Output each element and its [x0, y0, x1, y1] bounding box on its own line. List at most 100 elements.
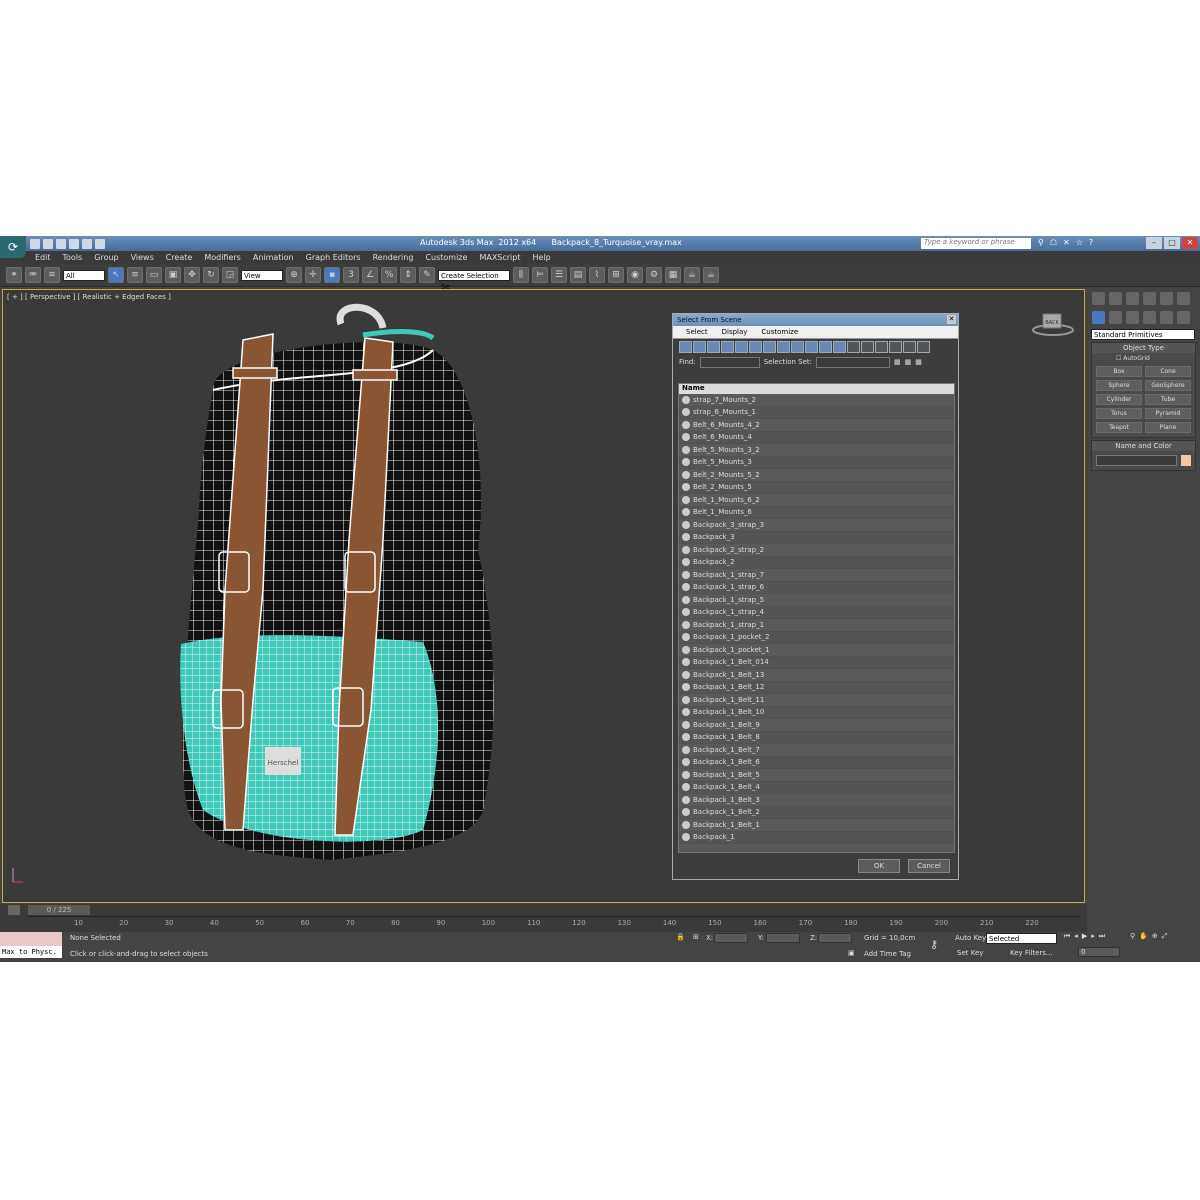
display-frozen-icon[interactable]	[819, 341, 832, 353]
mini-curve-editor-icon[interactable]	[8, 905, 20, 915]
shapes-icon[interactable]	[1109, 311, 1122, 324]
utilities-tab-icon[interactable]	[1177, 292, 1190, 305]
key-filters-button[interactable]: Key Filters...	[1010, 949, 1053, 957]
list-item[interactable]: Backpack_1_Belt_8	[679, 731, 954, 744]
display-bones-icon[interactable]	[791, 341, 804, 353]
select-manipulate-icon[interactable]: ✛	[305, 267, 321, 283]
graphite-ribbon-icon[interactable]: ▤	[570, 267, 586, 283]
percent-snap-icon[interactable]: %	[381, 267, 397, 283]
favorites-icon[interactable]: ☆	[1076, 238, 1083, 247]
display-containers-icon[interactable]	[805, 341, 818, 353]
tube-button[interactable]: Tube	[1145, 394, 1191, 405]
curve-editor-icon[interactable]: ⌇	[589, 267, 605, 283]
display-xrefs-icon[interactable]	[777, 341, 790, 353]
project-folder-icon[interactable]	[95, 238, 105, 249]
list-item[interactable]: Backpack_1_Belt_3	[679, 794, 954, 807]
name-color-header[interactable]: Name and Color	[1092, 441, 1195, 451]
mirror-icon[interactable]: ⫼	[513, 267, 529, 283]
select-none-icon[interactable]: ▦	[905, 358, 912, 366]
list-item[interactable]: Backpack_1_strap_7	[679, 569, 954, 582]
list-item[interactable]: Belt_1_Mounts_6	[679, 506, 954, 519]
layer-manager-icon[interactable]: ☰	[551, 267, 567, 283]
spinner-snap-icon[interactable]: ⇕	[400, 267, 416, 283]
display-tab-icon[interactable]	[1160, 292, 1173, 305]
list-item[interactable]: Backpack_1_Belt_2	[679, 806, 954, 819]
reference-coordinate-dropdown[interactable]: View	[241, 269, 283, 281]
list-item[interactable]: strap_6_Mounts_1	[679, 406, 954, 419]
helpers-icon[interactable]	[1160, 311, 1173, 324]
plane-button[interactable]: Plane	[1145, 422, 1191, 433]
invert-display-icon[interactable]	[875, 341, 888, 353]
display-none-icon[interactable]	[861, 341, 874, 353]
menu-tools[interactable]: Tools	[63, 253, 83, 262]
list-item[interactable]: Backpack_1	[679, 831, 954, 844]
playback-controls-icon[interactable]: ⏮◂▶▸⏭	[1064, 932, 1109, 941]
selection-filter-dropdown[interactable]: All	[63, 269, 105, 281]
list-item[interactable]: Backpack_1_strap_5	[679, 594, 954, 607]
named-selection-dropdown[interactable]: Create Selection Se	[438, 269, 510, 291]
display-all-icon[interactable]	[847, 341, 860, 353]
menu-modifiers[interactable]: Modifiers	[204, 253, 241, 262]
maxscript-listener-top[interactable]	[0, 932, 62, 946]
display-geometry-icon[interactable]	[679, 341, 692, 353]
menu-customize[interactable]: Customize	[425, 253, 467, 262]
sync-selection-icon[interactable]	[889, 341, 902, 353]
list-item[interactable]: Backpack_1_Belt_11	[679, 694, 954, 707]
list-item[interactable]: Belt_5_Mounts_3	[679, 456, 954, 469]
menu-views[interactable]: Views	[131, 253, 154, 262]
keyboard-shortcut-override-icon[interactable]: ▪	[324, 267, 340, 283]
menu-group[interactable]: Group	[94, 253, 118, 262]
teapot-button[interactable]: Teapot	[1096, 422, 1142, 433]
edit-named-selection-icon[interactable]: ✎	[419, 267, 435, 283]
dialog-menu-customize[interactable]: Customize	[761, 328, 798, 338]
cone-button[interactable]: Cone	[1145, 366, 1191, 377]
menu-animation[interactable]: Animation	[253, 253, 294, 262]
object-color-swatch[interactable]	[1181, 455, 1191, 466]
list-item[interactable]: Belt_6_Mounts_4_2	[679, 419, 954, 432]
x-coordinate-field[interactable]	[714, 933, 748, 943]
dialog-menu-display[interactable]: Display	[722, 328, 748, 338]
time-slider[interactable]: 0 / 225	[28, 905, 90, 915]
snaps-toggle-icon[interactable]: 3	[343, 267, 359, 283]
display-lights-icon[interactable]	[707, 341, 720, 353]
cameras-icon[interactable]	[1143, 311, 1156, 324]
subscription-icon[interactable]: ☖	[1050, 238, 1057, 247]
menu-help[interactable]: Help	[533, 253, 551, 262]
render-production-icon[interactable]: ☕	[684, 267, 700, 283]
render-active-shade-icon[interactable]: ☕	[703, 267, 719, 283]
space-warps-icon[interactable]	[1177, 311, 1190, 324]
list-item[interactable]: Backpack_1_Belt_1	[679, 819, 954, 832]
list-item[interactable]: Belt_1_Mounts_6_2	[679, 494, 954, 507]
viewcube-icon[interactable]: BACK	[1031, 312, 1077, 336]
list-item[interactable]: strap_7_Mounts_2	[679, 394, 954, 407]
select-by-name-icon[interactable]: ≡	[127, 267, 143, 283]
unlink-icon[interactable]: ⚮	[25, 267, 41, 283]
box-button[interactable]: Box	[1096, 366, 1142, 377]
select-invert-icon[interactable]: ▦	[915, 358, 922, 366]
z-coordinate-field[interactable]	[818, 933, 852, 943]
display-helpers-icon[interactable]	[735, 341, 748, 353]
geosphere-button[interactable]: GeoSphere	[1145, 380, 1191, 391]
create-tab-icon[interactable]	[1092, 292, 1105, 305]
dialog-menu-select[interactable]: Select	[686, 328, 708, 338]
select-all-icon[interactable]: ▦	[894, 358, 901, 366]
rotate-icon[interactable]: ↻	[203, 267, 219, 283]
communication-icon[interactable]: ✕	[1063, 238, 1070, 247]
list-item[interactable]: Backpack_1_Belt_9	[679, 719, 954, 732]
find-input[interactable]	[699, 356, 760, 368]
menu-graph-editors[interactable]: Graph Editors	[306, 253, 361, 262]
list-item[interactable]: Backpack_1_Belt_12	[679, 681, 954, 694]
selection-set-dropdown[interactable]	[816, 356, 891, 368]
autogrid-checkbox[interactable]: ☐ AutoGrid	[1092, 353, 1195, 362]
maxscript-listener-input[interactable]: Max to Physc.	[0, 946, 62, 958]
column-header-name[interactable]: Name	[679, 384, 954, 394]
window-crossing-icon[interactable]: ▣	[165, 267, 181, 283]
display-space-warps-icon[interactable]	[749, 341, 762, 353]
lock-selection-icon[interactable]: 🔒	[676, 933, 685, 941]
pyramid-button[interactable]: Pyramid	[1145, 408, 1191, 419]
current-frame-field[interactable]: 0	[1078, 947, 1120, 957]
list-item[interactable]: Backpack_1_Belt_6	[679, 756, 954, 769]
render-setup-icon[interactable]: ⚙	[646, 267, 662, 283]
filter-icon[interactable]	[903, 341, 916, 353]
list-item[interactable]: Belt_2_Mounts_5_2	[679, 469, 954, 482]
